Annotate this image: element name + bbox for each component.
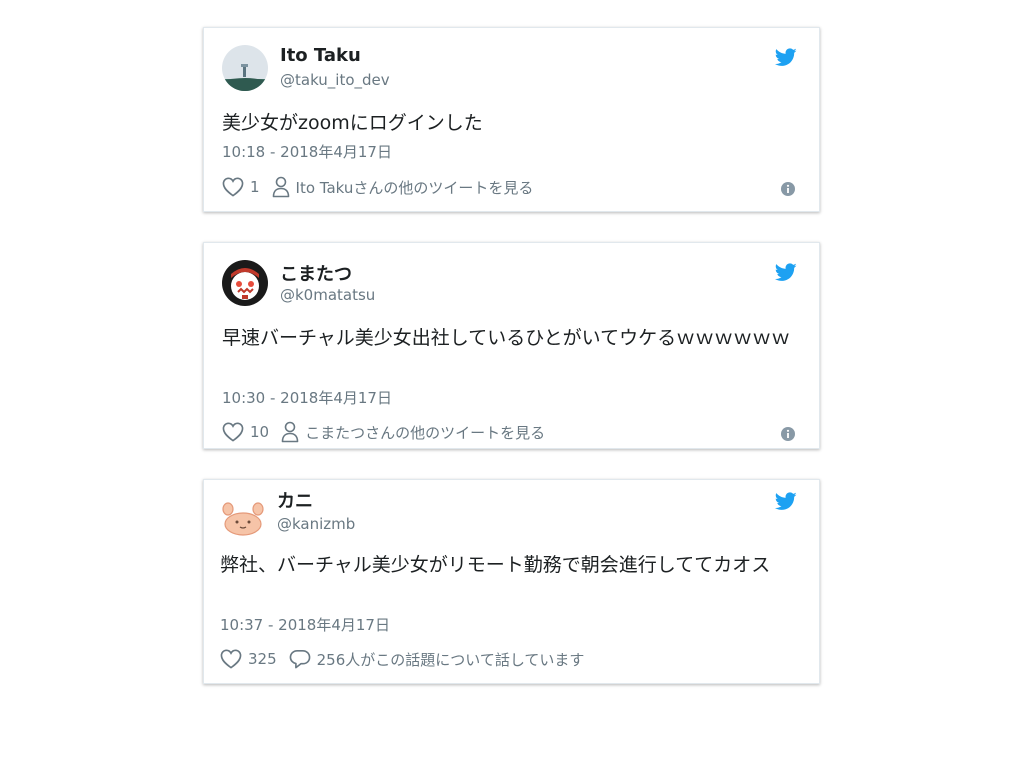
heart-icon bbox=[220, 649, 242, 669]
avatar[interactable] bbox=[220, 494, 266, 540]
avatar[interactable] bbox=[222, 260, 268, 306]
like-button[interactable]: 325 bbox=[220, 649, 277, 669]
tweet-card: Ito Taku @taku_ito_dev 美少女がzoomにログインした 1… bbox=[203, 27, 820, 212]
twitter-bird-icon[interactable] bbox=[775, 492, 797, 511]
more-tweets-link[interactable]: Ito Takuさんの他のツイートを見る bbox=[272, 176, 534, 198]
tweet-actions: 10 こまたつさんの他のツイートを見る bbox=[222, 420, 545, 444]
like-count: 10 bbox=[250, 423, 270, 441]
person-icon bbox=[272, 176, 289, 198]
display-name[interactable]: こまたつ bbox=[280, 260, 352, 286]
more-tweets-link[interactable]: こまたつさんの他のツイートを見る bbox=[281, 421, 545, 443]
like-count: 325 bbox=[248, 650, 277, 668]
twitter-bird-icon[interactable] bbox=[775, 48, 797, 67]
twitter-bird-icon[interactable] bbox=[775, 263, 797, 282]
reply-icon bbox=[289, 650, 311, 669]
avatar[interactable] bbox=[222, 45, 268, 91]
tweet-text: 早速バーチャル美少女出社しているひとがいてウケるｗｗｗｗｗｗ bbox=[222, 327, 791, 349]
timestamp-link[interactable]: 10:37 - 2018年4月17日 bbox=[220, 614, 390, 635]
tweet-text: 美少女がzoomにログインした bbox=[222, 112, 483, 134]
tweet-text: 弊社、バーチャル美少女がリモート勤務で朝会進行しててカオス bbox=[220, 554, 771, 576]
conversation-label: 256人がこの話題について話しています bbox=[316, 650, 585, 669]
crab-avatar-icon bbox=[220, 494, 266, 540]
like-button[interactable]: 1 bbox=[222, 177, 260, 197]
heart-icon bbox=[222, 177, 244, 197]
info-icon[interactable] bbox=[781, 182, 795, 196]
info-icon[interactable] bbox=[781, 427, 795, 441]
user-handle[interactable]: @kanizmb bbox=[277, 515, 355, 533]
display-name[interactable]: Ito Taku bbox=[280, 45, 361, 66]
user-handle[interactable]: @taku_ito_dev bbox=[280, 71, 390, 89]
tweet-actions: 1 Ito Takuさんの他のツイートを見る bbox=[222, 175, 533, 199]
timestamp-link[interactable]: 10:30 - 2018年4月17日 bbox=[222, 387, 392, 408]
heart-icon bbox=[222, 422, 244, 442]
like-count: 1 bbox=[250, 178, 260, 196]
more-tweets-label: Ito Takuさんの他のツイートを見る bbox=[295, 178, 534, 197]
like-button[interactable]: 10 bbox=[222, 422, 269, 442]
tweet-card: こまたつ @k0matatsu 早速バーチャル美少女出社しているひとがいてウケる… bbox=[203, 242, 820, 449]
user-handle[interactable]: @k0matatsu bbox=[280, 286, 375, 304]
character-avatar-icon bbox=[222, 260, 268, 306]
display-name[interactable]: カニ bbox=[277, 487, 313, 513]
person-icon bbox=[281, 421, 299, 443]
landscape-avatar-icon bbox=[222, 45, 268, 91]
more-tweets-label: こまたつさんの他のツイートを見る bbox=[305, 423, 546, 442]
tweet-actions: 325 256人がこの話題について話しています bbox=[220, 647, 584, 671]
timestamp-link[interactable]: 10:18 - 2018年4月17日 bbox=[222, 141, 392, 162]
conversation-link[interactable]: 256人がこの話題について話しています bbox=[289, 649, 585, 670]
tweet-card: カニ @kanizmb 弊社、バーチャル美少女がリモート勤務で朝会進行しててカオ… bbox=[203, 479, 820, 684]
